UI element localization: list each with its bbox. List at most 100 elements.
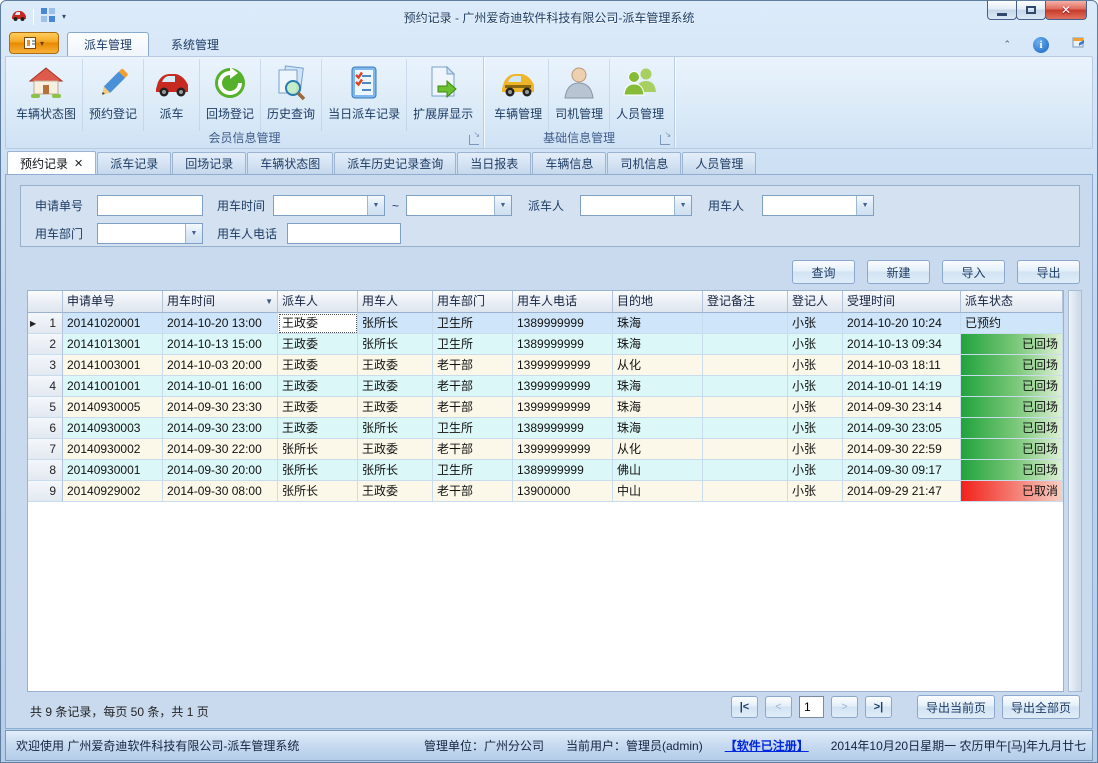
table-cell[interactable]: 2014-09-30 20:00	[163, 460, 278, 481]
application-no-input[interactable]	[97, 195, 203, 216]
column-header[interactable]: 目的地	[613, 291, 703, 313]
table-cell[interactable]: 20140930005	[63, 397, 163, 418]
table-cell[interactable]: 小张	[788, 481, 843, 502]
table-row[interactable]: 7201409300022014-09-30 22:00张所长王政委老干部139…	[28, 439, 1063, 460]
table-cell[interactable]: 王政委	[358, 376, 433, 397]
table-row[interactable]: 3201410030012014-10-03 20:00王政委王政委老干部139…	[28, 355, 1063, 376]
table-cell[interactable]: 13999999999	[513, 355, 613, 376]
table-cell[interactable]: 小张	[788, 313, 843, 334]
ribbon-button-yellow-car[interactable]: 车辆管理	[488, 59, 549, 131]
table-cell[interactable]: 2014-09-30 23:14	[843, 397, 961, 418]
row-header[interactable]: 3	[28, 355, 63, 376]
column-header[interactable]: 受理时间	[843, 291, 961, 313]
doc-tab[interactable]: 人员管理	[682, 152, 756, 174]
query-button[interactable]: 查询	[792, 260, 855, 284]
status-cell[interactable]: 已回场	[961, 418, 1063, 439]
table-cell[interactable]: 2014-09-30 23:30	[163, 397, 278, 418]
table-cell[interactable]: 老干部	[433, 439, 513, 460]
doc-tab[interactable]: 回场记录	[172, 152, 246, 174]
table-cell[interactable]: 2014-09-30 23:00	[163, 418, 278, 439]
ribbon-button-search-docs[interactable]: 历史查询	[261, 59, 322, 131]
department-dropdown[interactable]: ▼	[97, 223, 203, 244]
table-cell[interactable]: 从化	[613, 439, 703, 460]
table-cell[interactable]: 王政委	[358, 481, 433, 502]
table-cell[interactable]: 老干部	[433, 397, 513, 418]
table-cell[interactable]	[703, 460, 788, 481]
ribbon-button-driver[interactable]: 司机管理	[549, 59, 610, 131]
help-info-icon[interactable]: i	[1033, 37, 1049, 53]
ribbon-button-green-refresh[interactable]: 回场登记	[200, 59, 261, 131]
table-cell[interactable]: 王政委	[358, 439, 433, 460]
column-header[interactable]: 派车人	[278, 291, 358, 313]
table-cell[interactable]: 王政委	[278, 313, 358, 334]
table-cell[interactable]: 2014-10-01 14:19	[843, 376, 961, 397]
ribbon-button-red-car[interactable]: 派车	[144, 59, 200, 131]
table-cell[interactable]: 小张	[788, 334, 843, 355]
car-user-dropdown[interactable]: ▼	[762, 195, 874, 216]
table-cell[interactable]: 小张	[788, 376, 843, 397]
table-cell[interactable]: 老干部	[433, 376, 513, 397]
dialog-launcher-icon[interactable]	[660, 135, 670, 145]
table-row[interactable]: 2201410130012014-10-13 15:00王政委张所长卫生所138…	[28, 334, 1063, 355]
table-cell[interactable]	[703, 397, 788, 418]
status-cell[interactable]: 已回场	[961, 376, 1063, 397]
table-cell[interactable]	[703, 334, 788, 355]
table-cell[interactable]: 张所长	[278, 481, 358, 502]
dialog-launcher-icon[interactable]	[469, 135, 479, 145]
table-cell[interactable]: 王政委	[278, 355, 358, 376]
license-link[interactable]: 【软件已注册】	[725, 737, 809, 754]
table-cell[interactable]	[703, 313, 788, 334]
table-cell[interactable]: 20141001001	[63, 376, 163, 397]
doc-tab[interactable]: 车辆状态图	[247, 152, 333, 174]
table-cell[interactable]: 2014-10-01 16:00	[163, 376, 278, 397]
table-cell[interactable]: 珠海	[613, 376, 703, 397]
next-page-button[interactable]: >	[831, 696, 858, 718]
table-row[interactable]: 9201409290022014-09-30 08:00张所长王政委老干部139…	[28, 481, 1063, 502]
new-button[interactable]: 新建	[867, 260, 930, 284]
status-cell[interactable]: 已回场	[961, 460, 1063, 481]
table-cell[interactable]: 13900000	[513, 481, 613, 502]
table-cell[interactable]: 小张	[788, 418, 843, 439]
table-cell[interactable]: 珠海	[613, 334, 703, 355]
table-cell[interactable]: 2014-10-13 15:00	[163, 334, 278, 355]
chevron-down-icon[interactable]: ▼	[367, 196, 384, 215]
use-time-from-dropdown[interactable]: ▼	[273, 195, 385, 216]
column-header[interactable]: 用车部门	[433, 291, 513, 313]
dispatcher-dropdown[interactable]: ▼	[580, 195, 692, 216]
table-cell[interactable]: 王政委	[278, 418, 358, 439]
table-cell[interactable]: 2014-09-30 08:00	[163, 481, 278, 502]
status-cell[interactable]: 已回场	[961, 439, 1063, 460]
table-cell[interactable]: 2014-10-20 10:24	[843, 313, 961, 334]
table-cell[interactable]: 2014-09-30 22:59	[843, 439, 961, 460]
table-cell[interactable]: 从化	[613, 355, 703, 376]
maximize-button[interactable]	[1016, 1, 1046, 20]
table-cell[interactable]	[703, 376, 788, 397]
table-cell[interactable]: 2014-09-30 09:17	[843, 460, 961, 481]
switch-window-icon[interactable]	[1071, 35, 1087, 54]
ribbon-tab-dispatch[interactable]: 派车管理	[67, 32, 149, 56]
chevron-down-icon[interactable]: ▼	[674, 196, 691, 215]
table-cell[interactable]: 王政委	[278, 334, 358, 355]
table-cell[interactable]: 2014-10-03 18:11	[843, 355, 961, 376]
table-cell[interactable]: 卫生所	[433, 313, 513, 334]
ribbon-button-checklist[interactable]: 当日派车记录	[322, 59, 407, 131]
doc-tab[interactable]: 当日报表	[457, 152, 531, 174]
title-bar[interactable]: ▾ 预约记录 - 广州爱奇迪软件科技有限公司-派车管理系统 ✕	[1, 1, 1097, 31]
ribbon-button-pencil[interactable]: 预约登记	[83, 59, 144, 131]
table-cell[interactable]: 2014-09-30 22:00	[163, 439, 278, 460]
app-menu-button[interactable]: ▾	[9, 32, 59, 54]
row-header[interactable]: 4	[28, 376, 63, 397]
ribbon-button-house[interactable]: 车辆状态图	[10, 59, 83, 131]
doc-tab[interactable]: 预约记录✕	[7, 151, 96, 174]
close-tab-icon[interactable]: ✕	[74, 157, 83, 170]
table-cell[interactable]: 老干部	[433, 355, 513, 376]
table-cell[interactable]: 珠海	[613, 397, 703, 418]
table-cell[interactable]	[703, 418, 788, 439]
doc-tab[interactable]: 司机信息	[607, 152, 681, 174]
status-cell[interactable]: 已回场	[961, 334, 1063, 355]
ribbon-button-people[interactable]: 人员管理	[610, 59, 670, 131]
row-header[interactable]: 8	[28, 460, 63, 481]
table-cell[interactable]: 珠海	[613, 418, 703, 439]
table-cell[interactable]: 13999999999	[513, 376, 613, 397]
prev-page-button[interactable]: <	[765, 696, 792, 718]
